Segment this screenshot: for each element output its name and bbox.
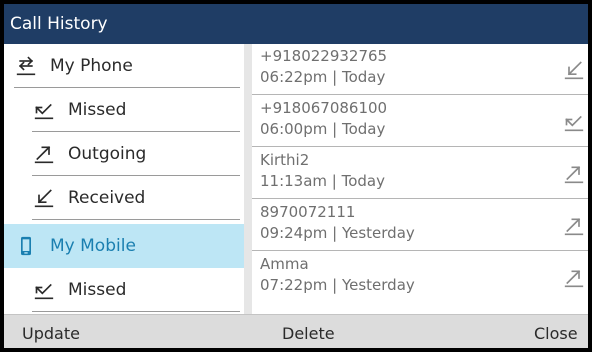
mobile-phone-icon	[14, 236, 38, 256]
title-bar: Call History	[4, 4, 588, 44]
outgoing-call-icon	[32, 144, 56, 164]
sidebar-item-label: Outgoing	[68, 144, 147, 164]
call-log-entry[interactable]: Amma 07:22pm | Yesterday	[252, 252, 588, 303]
update-button[interactable]: Update	[22, 315, 80, 348]
panel-divider	[244, 44, 252, 314]
outgoing-call-icon	[564, 162, 584, 186]
sidebar-item-missed[interactable]: Missed	[4, 88, 244, 132]
call-category-list: My Phone Missed Outgoing Received My Mob…	[4, 44, 244, 314]
missed-call-icon	[32, 280, 56, 300]
sidebar-item-outgoing[interactable]: Outgoing	[4, 132, 244, 176]
call-log-entry[interactable]: Kirthi2 11:13am | Today	[252, 148, 588, 199]
sidebar-item-my-phone[interactable]: My Phone	[4, 44, 244, 88]
divider	[32, 311, 240, 312]
call-log-entry[interactable]: 8970072111 09:24pm | Yesterday	[252, 200, 588, 251]
caller-name: Kirthi2	[260, 151, 310, 169]
caller-name: Amma	[260, 255, 309, 273]
received-call-icon	[564, 58, 584, 82]
outgoing-call-icon	[564, 266, 584, 290]
received-call-icon	[32, 188, 56, 208]
call-log-list: +918022932765 06:22pm | Today +918067086…	[252, 44, 588, 314]
outgoing-call-icon	[564, 214, 584, 238]
call-log-entry[interactable]: +918067086100 06:00pm | Today	[252, 96, 588, 147]
sidebar-item-label: My Phone	[50, 56, 133, 76]
sidebar-item-my-mobile[interactable]: My Mobile	[4, 224, 244, 268]
sidebar-item-mobile-missed[interactable]: Missed	[4, 268, 244, 312]
call-time: 07:22pm | Yesterday	[260, 276, 415, 294]
caller-name: +918067086100	[260, 99, 388, 117]
caller-name: 8970072111	[260, 203, 356, 221]
sidebar-item-label: Received	[68, 188, 146, 208]
sidebar-item-label: Missed	[68, 100, 127, 120]
sidebar-item-label: My Mobile	[50, 236, 136, 256]
missed-call-icon	[32, 100, 56, 120]
divider	[32, 219, 240, 220]
delete-button[interactable]: Delete	[282, 315, 335, 348]
phone-screen: Call History My Phone Missed Outgoing Re…	[0, 0, 592, 352]
sidebar-item-received[interactable]: Received	[4, 176, 244, 220]
all-calls-icon	[14, 56, 38, 76]
close-button[interactable]: Close	[534, 315, 578, 348]
call-time: 06:00pm | Today	[260, 120, 386, 138]
call-time: 09:24pm | Yesterday	[260, 224, 415, 242]
sidebar-item-label: Missed	[68, 280, 127, 300]
caller-name: +918022932765	[260, 47, 388, 65]
missed-call-icon	[564, 110, 584, 134]
page-title: Call History	[10, 14, 108, 34]
call-log-entry[interactable]: +918022932765 06:22pm | Today	[252, 44, 588, 95]
softkey-bar: Update Delete Close	[4, 314, 588, 348]
call-time: 11:13am | Today	[260, 172, 386, 190]
call-time: 06:22pm | Today	[260, 68, 386, 86]
